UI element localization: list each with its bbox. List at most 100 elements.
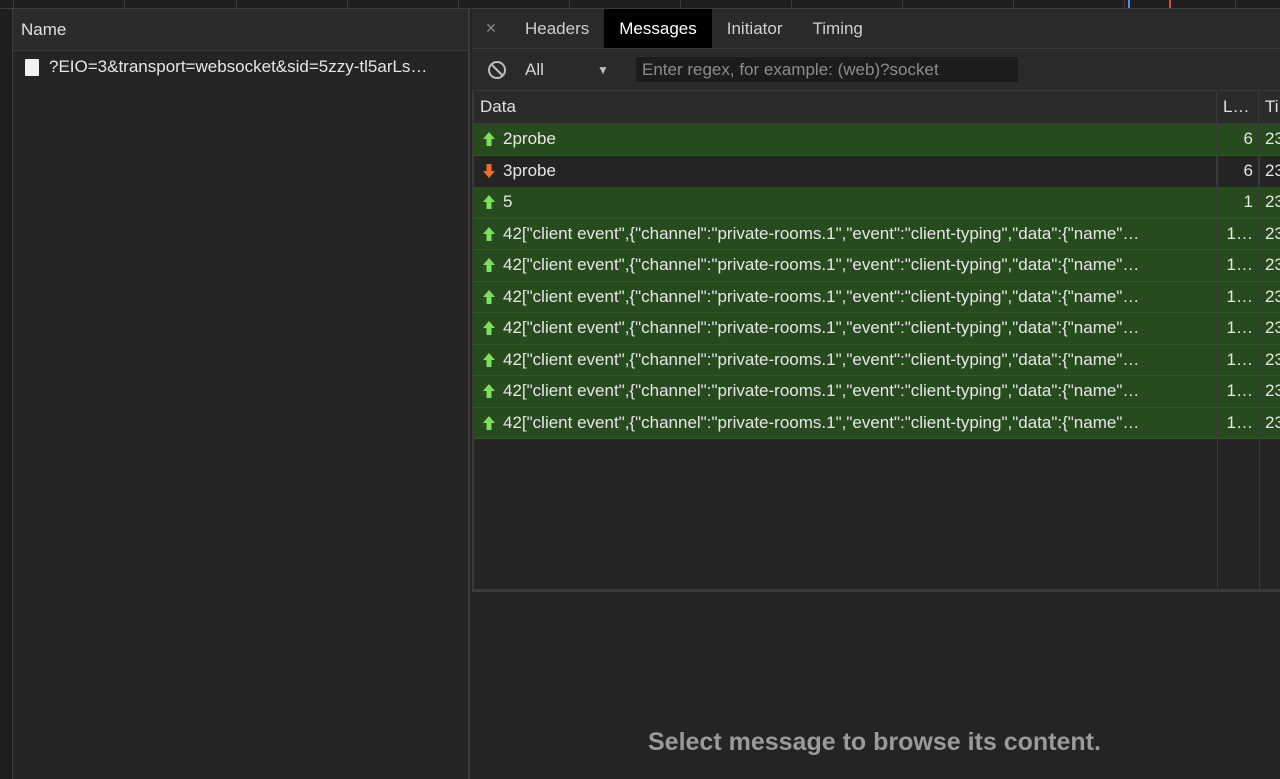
cell-time: 23: [1265, 223, 1280, 243]
message-text: 3probe: [503, 161, 556, 181]
cell-length: 1…: [1217, 407, 1259, 438]
cell-time: 23: [1265, 318, 1280, 338]
cell-length: 6: [1217, 124, 1259, 155]
cell-time: 23: [1265, 412, 1280, 432]
message-text: 42["client event",{"channel":"private-ro…: [503, 223, 1140, 243]
message-text: 42["client event",{"channel":"private-ro…: [503, 286, 1140, 306]
table-row[interactable]: 42["client event",{"channel":"private-ro…: [474, 407, 1280, 439]
timeline-tick: [347, 0, 348, 8]
timeline-tick: [236, 0, 237, 8]
detail-tabs: × Headers Messages Initiator Timing: [472, 9, 1280, 49]
timeline-strip[interactable]: [0, 0, 1280, 9]
chevron-down-icon: ▼: [597, 62, 609, 77]
request-name: ?EIO=3&transport=websocket&sid=5zzy-tl5a…: [49, 57, 428, 76]
cell-length: 1…: [1217, 250, 1259, 281]
message-type-value: All: [525, 59, 544, 79]
table-row[interactable]: 42["client event",{"channel":"private-ro…: [474, 313, 1280, 345]
table-header: Data L… Ti: [474, 91, 1280, 124]
cell-time: 23: [1265, 161, 1280, 181]
requests-panel: Name ?EIO=3&transport=websocket&sid=5zzy…: [13, 9, 470, 779]
table-row[interactable]: 42["client event",{"channel":"private-ro…: [474, 250, 1280, 282]
cell-data: 42["client event",{"channel":"private-ro…: [474, 281, 1217, 312]
cell-data: 42["client event",{"channel":"private-ro…: [474, 250, 1217, 281]
message-text: 42["client event",{"channel":"private-ro…: [503, 412, 1140, 432]
timeline-tick: [13, 0, 14, 8]
message-text: 5: [503, 192, 513, 212]
name-column-header[interactable]: Name: [13, 9, 468, 51]
column-header-data[interactable]: Data: [474, 91, 1217, 123]
cell-length: 1…: [1217, 344, 1259, 375]
timeline-tick: [680, 0, 681, 8]
message-detail-pane: Select message to browse its content.: [472, 591, 1280, 777]
timeline-tick: [1124, 0, 1125, 8]
cell-time: 23: [1265, 286, 1280, 306]
table-row[interactable]: 2probe 6 23: [474, 124, 1280, 156]
timeline-tick: [902, 0, 903, 8]
close-icon[interactable]: ×: [472, 9, 510, 48]
column-header-time[interactable]: Ti: [1259, 91, 1280, 123]
cell-length: 1: [1217, 187, 1259, 218]
filter-toolbar: All ▼: [472, 49, 1280, 91]
table-row[interactable]: 42["client event",{"channel":"private-ro…: [474, 218, 1280, 250]
cell-time: 23: [1265, 255, 1280, 275]
arrow-up-icon: [483, 258, 495, 273]
table-body: 2probe 6 23 3probe 6 23 5 1 23 42["client event",…: [474, 124, 1280, 439]
cell-length: 1…: [1217, 376, 1259, 407]
tab-headers[interactable]: Headers: [510, 9, 604, 48]
cell-data: 5: [474, 187, 1217, 218]
table-row[interactable]: 42["client event",{"channel":"private-ro…: [474, 281, 1280, 313]
cell-data: 3probe: [474, 155, 1217, 187]
message-type-select[interactable]: All ▼: [525, 60, 625, 80]
timeline-marker-blue: [1128, 0, 1130, 8]
message-text: 42["client event",{"channel":"private-ro…: [503, 349, 1140, 369]
cell-length: 1…: [1217, 218, 1259, 249]
cell-data: 42["client event",{"channel":"private-ro…: [474, 313, 1217, 344]
tab-messages[interactable]: Messages: [604, 9, 712, 48]
arrow-up-icon: [483, 289, 495, 304]
arrow-up-icon: [483, 132, 495, 147]
cell-data: 2probe: [474, 124, 1217, 155]
block-icon[interactable]: [487, 60, 507, 80]
cell-time: 23: [1265, 381, 1280, 401]
panel-gutter: [0, 9, 13, 779]
timeline-tick: [1013, 0, 1014, 8]
message-text: 42["client event",{"channel":"private-ro…: [503, 255, 1140, 275]
request-row[interactable]: ?EIO=3&transport=websocket&sid=5zzy-tl5a…: [13, 51, 468, 83]
empty-state-message: Select message to browse its content.: [648, 728, 1101, 756]
arrow-up-icon: [483, 321, 495, 336]
timeline-tick: [569, 0, 570, 8]
arrow-up-icon: [483, 415, 495, 430]
message-text: 42["client event",{"channel":"private-ro…: [503, 318, 1140, 338]
cell-data: 42["client event",{"channel":"private-ro…: [474, 376, 1217, 407]
message-text: 2probe: [503, 129, 556, 149]
arrow-up-icon: [483, 195, 495, 210]
table-row[interactable]: 42["client event",{"channel":"private-ro…: [474, 344, 1280, 376]
arrow-down-icon: [483, 164, 495, 179]
column-header-length[interactable]: L…: [1217, 91, 1259, 123]
cell-length: 1…: [1217, 281, 1259, 312]
regex-filter-input[interactable]: [635, 56, 1019, 83]
column-divider: [1259, 124, 1260, 589]
timeline-tick: [458, 0, 459, 8]
message-text: 42["client event",{"channel":"private-ro…: [503, 381, 1140, 401]
details-panel: × Headers Messages Initiator Timing All …: [472, 9, 1280, 779]
cell-data: 42["client event",{"channel":"private-ro…: [474, 407, 1217, 438]
arrow-up-icon: [483, 352, 495, 367]
table-row[interactable]: 3probe 6 23: [474, 155, 1280, 187]
document-icon: [25, 58, 39, 76]
devtools-network-panel: Name ?EIO=3&transport=websocket&sid=5zzy…: [0, 0, 1280, 779]
cell-time: 23: [1265, 349, 1280, 369]
cell-length: 1…: [1217, 313, 1259, 344]
cell-data: 42["client event",{"channel":"private-ro…: [474, 344, 1217, 375]
table-row[interactable]: 42["client event",{"channel":"private-ro…: [474, 376, 1280, 408]
tab-timing[interactable]: Timing: [798, 9, 878, 48]
timeline-tick: [791, 0, 792, 8]
column-divider: [1217, 124, 1218, 589]
arrow-up-icon: [483, 384, 495, 399]
cell-data: 42["client event",{"channel":"private-ro…: [474, 218, 1217, 249]
timeline-marker-red: [1169, 0, 1171, 8]
table-row[interactable]: 5 1 23: [474, 187, 1280, 219]
timeline-tick: [124, 0, 125, 8]
tab-initiator[interactable]: Initiator: [712, 9, 798, 48]
messages-table: Data L… Ti 2probe 6 23 3probe 6 23 5 1 23 42["cli…: [472, 91, 1280, 591]
